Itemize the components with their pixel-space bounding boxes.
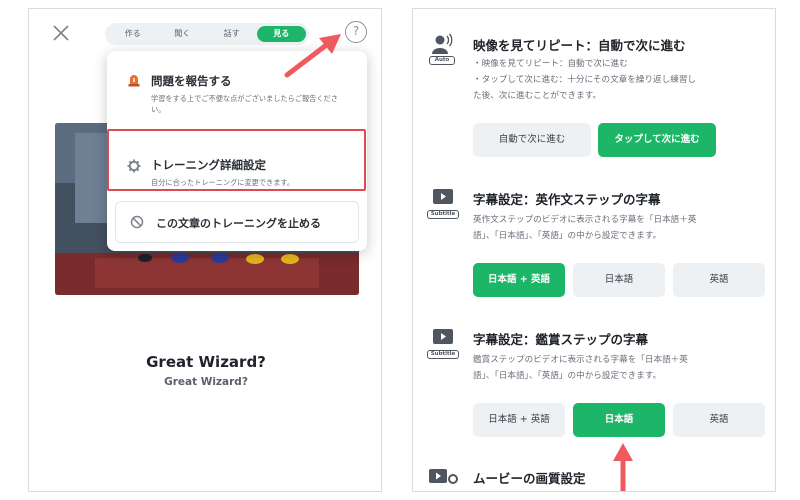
en-step-japanese-option[interactable]: 日本語	[573, 263, 665, 297]
stop-training-label: この文章のトレーニングを止める	[156, 217, 321, 230]
en-step-english-option[interactable]: 英語	[673, 263, 765, 297]
alert-siren-icon	[128, 75, 140, 87]
pointer-arrow-icon	[613, 443, 633, 491]
repeat-description-line-2: ・タップして次に進む：十分にその文章を繰り返し練習し	[473, 75, 697, 85]
repeat-description-line-1: ・映像を見てリピート：自動で次に進む	[473, 59, 628, 69]
help-button[interactable]: ?	[345, 21, 367, 43]
movie-quality-title: ムービーの画質設定	[473, 471, 586, 486]
report-title: 問題を報告する	[151, 74, 232, 88]
auto-caption: Auto	[429, 56, 455, 65]
close-icon[interactable]	[49, 21, 73, 45]
tab-make[interactable]: 作る	[108, 26, 158, 42]
view-step-japanese-english-option[interactable]: 日本語 + 英語	[473, 403, 565, 437]
subtitle-en-step-description-line-1: 英作文ステップのビデオに表示される字幕を「日本語＋英	[473, 215, 697, 225]
subtitle-caption: Subtitle	[427, 210, 459, 219]
subtitle-caption: Subtitle	[427, 350, 459, 359]
repeat-description-line-3: た後、次に進むことができます。	[473, 91, 602, 101]
pointer-arrow-icon	[284, 34, 341, 78]
mode-tab-bar: 作る 聞く 話す 見る	[105, 23, 309, 45]
highlight-annotation-box	[107, 129, 366, 191]
stop-training-button[interactable]: この文章のトレーニングを止める	[115, 201, 359, 243]
video-settings-icon	[429, 469, 458, 484]
sentence-title: Great Wizard?	[146, 353, 266, 371]
auto-next-option[interactable]: 自動で次に進む	[473, 123, 591, 157]
subtitle-view-step-description-line-2: 語」、「日本語」、「英語」の中から設定できます。	[473, 371, 662, 381]
report-description: 学習をする上でご不便な点がございましたらご報告ください。	[151, 94, 338, 114]
repeat-setting-title: 映像を見てリピート：自動で次に進む	[473, 38, 686, 53]
speaking-person-icon	[432, 33, 453, 54]
sentence-subtitle: Great Wizard?	[164, 376, 248, 388]
video-play-icon	[433, 189, 453, 204]
en-step-japanese-english-option[interactable]: 日本語 + 英語	[473, 263, 565, 297]
tab-listen[interactable]: 聞く	[158, 26, 208, 42]
tab-speak[interactable]: 話す	[207, 26, 257, 42]
video-play-icon	[433, 329, 453, 344]
view-step-japanese-option[interactable]: 日本語	[573, 403, 665, 437]
subtitle-en-step-title: 字幕設定：英作文ステップの字幕	[473, 192, 661, 207]
training-settings-panel: Auto 映像を見てリピート：自動で次に進む ・映像を見てリピート：自動で次に進…	[412, 8, 776, 492]
view-step-english-option[interactable]: 英語	[673, 403, 765, 437]
tap-next-option[interactable]: タップして次に進む	[598, 123, 716, 157]
subtitle-en-step-description-line-2: 語」、「日本語」、「英語」の中から設定できます。	[473, 231, 662, 241]
training-screen-panel: 作る 聞く 話す 見る ? 問題を報告する 学習をする上でご不便な点がございまし…	[28, 8, 382, 492]
subtitle-view-step-title: 字幕設定：鑑賞ステップの字幕	[473, 332, 649, 347]
prohibited-icon	[130, 215, 144, 229]
subtitle-view-step-description-line-1: 鑑賞ステップのビデオに表示される字幕を「日本語＋英	[473, 355, 688, 365]
